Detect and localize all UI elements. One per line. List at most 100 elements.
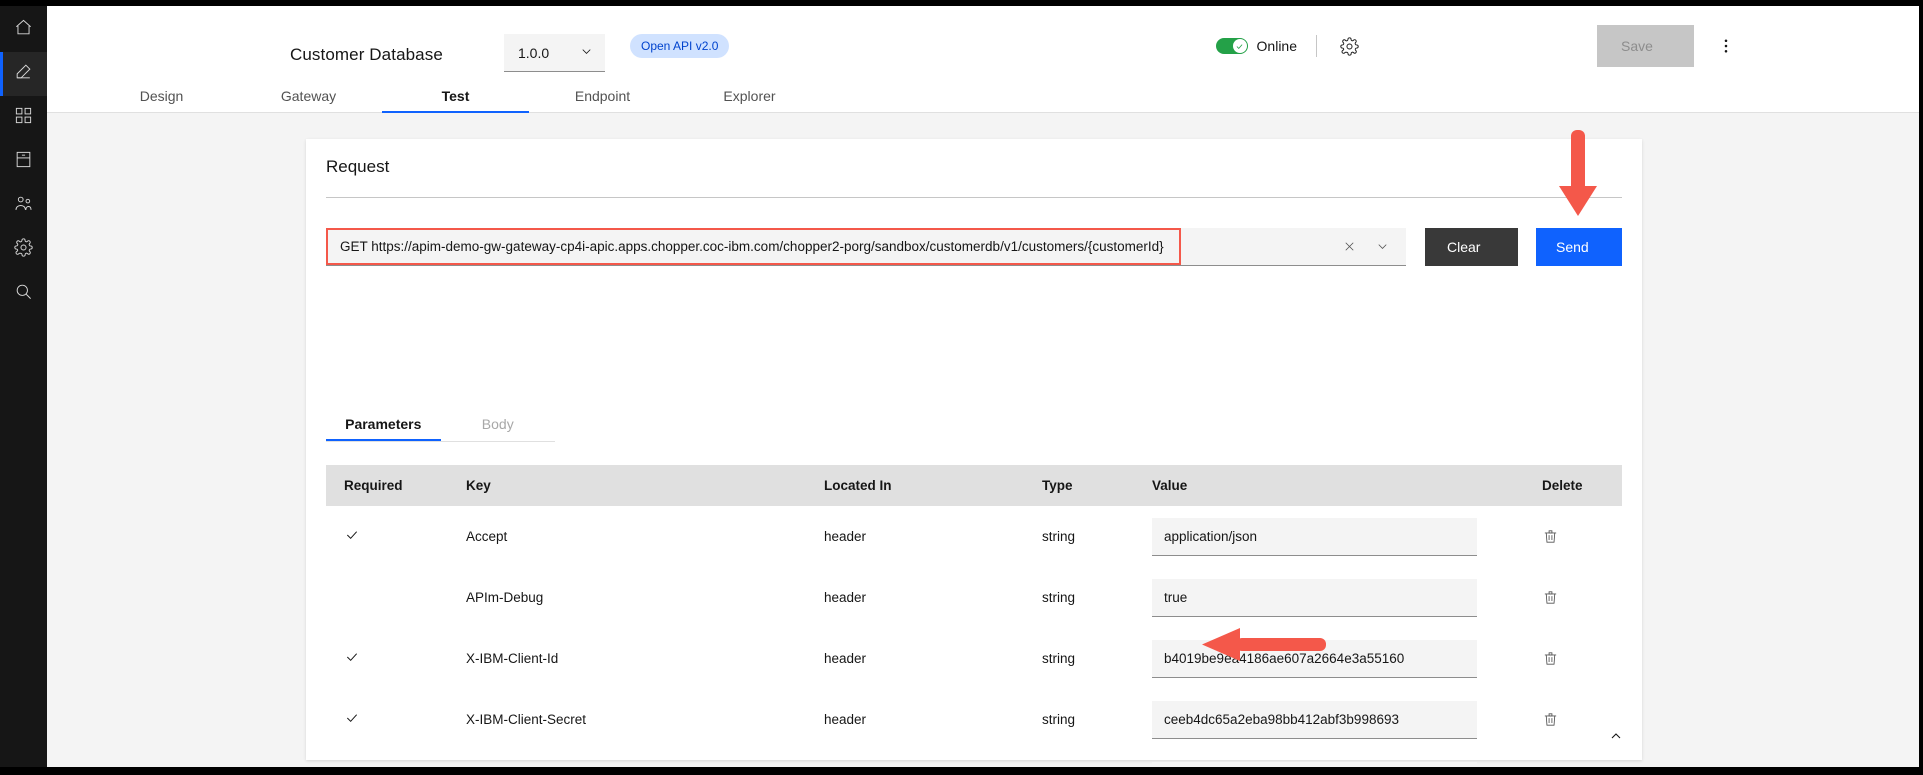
param-location: header [824,590,867,605]
app-screen: Customer Database 1.0.0 Open API v2.0 On… [0,0,1923,775]
version-select-value: 1.0.0 [518,44,550,61]
frame-bottom-bar [0,767,1923,775]
trash-icon[interactable] [1542,711,1559,728]
tab-gateway[interactable]: Gateway [235,80,382,113]
param-value-cell [1152,700,1542,739]
tab-endpoint[interactable]: Endpoint [529,80,676,113]
column-header-value: Value [1152,478,1188,493]
request-card: Request GET https://apim-demo-gw-gateway… [306,139,1642,775]
param-location: header [824,529,867,544]
drawer-icon [14,150,33,174]
frame-right-bar [1919,0,1923,775]
trash-icon[interactable] [1542,528,1559,545]
overflow-menu-button[interactable] [1714,34,1738,58]
save-button[interactable]: Save [1597,25,1694,67]
sidebar-item-catalog[interactable] [0,140,47,184]
sidebar-item-design[interactable] [0,52,47,96]
request-title-divider [326,197,1622,198]
param-type: string [1042,590,1076,605]
chevron-down-icon[interactable] [1375,239,1390,254]
request-title: Request [326,157,390,176]
param-value-input[interactable] [1152,578,1477,617]
frame-top-bar [0,0,1923,6]
delete-cell [1542,650,1622,667]
grid-icon [14,106,33,130]
required-cell [326,527,466,546]
param-key: X-IBM-Client-Id [466,651,559,666]
version-select[interactable]: 1.0.0 [504,34,605,72]
delete-cell [1542,589,1622,606]
param-value-input[interactable] [1152,700,1477,739]
table-row: APIm-Debug header string [326,567,1622,628]
table-row: X-IBM-Client-Id header string [326,628,1622,689]
sidebar-item-settings[interactable] [0,228,47,272]
table-header-row: Required Key Located In Type Value Delet… [326,465,1622,506]
param-value-input[interactable] [1152,517,1477,556]
param-value-cell [1152,578,1542,617]
param-key: APIm-Debug [466,590,544,605]
column-header-required: Required [344,478,403,493]
online-status-group: Online [1215,35,1359,57]
param-type: string [1042,712,1076,727]
overflow-menu-vertical-icon [1724,39,1728,53]
table-row: Accept header string [326,506,1622,567]
param-type: string [1042,651,1076,666]
checkmark-icon [344,527,360,546]
sidebar-item-products[interactable] [0,96,47,140]
param-location: header [824,712,867,727]
delete-cell [1542,528,1622,545]
home-icon [14,18,33,42]
page-title: Customer Database [290,45,443,64]
gear-icon [1340,36,1359,56]
subtab-parameters[interactable]: Parameters [326,409,441,441]
search-icon [14,282,33,306]
trash-icon[interactable] [1542,589,1559,606]
request-subtabs: Parameters Body [326,409,555,442]
param-value-cell [1152,517,1542,556]
toggle-knob [1232,39,1247,53]
send-button[interactable]: Send [1536,228,1622,266]
online-toggle[interactable] [1215,38,1248,54]
request-url-input[interactable]: GET https://apim-demo-gw-gateway-cp4i-ap… [326,228,1181,265]
param-type: string [1042,529,1076,544]
sidebar-item-search[interactable] [0,272,47,316]
users-icon [14,194,33,218]
left-nav-rail [0,0,47,775]
open-api-badge[interactable]: Open API v2.0 [630,34,730,58]
clear-button[interactable]: Clear [1425,228,1518,266]
required-cell [326,649,466,668]
column-header-located-in: Located In [824,478,892,493]
gear-icon [14,238,33,262]
param-value-cell [1152,639,1542,678]
settings-gear-button[interactable] [1340,36,1359,56]
param-key: X-IBM-Client-Secret [466,712,587,727]
request-url-field[interactable]: GET https://apim-demo-gw-gateway-cp4i-ap… [326,228,1406,266]
checkmark-icon [344,710,360,729]
primary-tabs: Design Gateway Test Endpoint Explorer [47,80,1919,113]
trash-icon[interactable] [1542,650,1559,667]
subtab-body[interactable]: Body [441,409,556,441]
pencil-icon [14,62,33,86]
checkmark-icon [1236,43,1243,49]
tab-test[interactable]: Test [382,80,529,113]
required-cell [326,710,466,729]
parameters-table: Required Key Located In Type Value Delet… [326,465,1622,775]
app-header: Customer Database 1.0.0 Open API v2.0 On… [47,6,1919,80]
header-divider [1316,35,1317,57]
chevron-up-icon [1611,733,1621,739]
tab-explorer[interactable]: Explorer [676,80,823,113]
chevron-down-icon [579,44,594,62]
column-header-key: Key [466,478,491,493]
table-row: X-IBM-Client-Secret header string [326,689,1622,750]
param-value-input[interactable] [1152,639,1477,678]
column-header-delete: Delete [1542,478,1583,493]
collapse-request-button[interactable] [1604,724,1628,748]
sidebar-item-home[interactable] [0,8,47,52]
close-icon[interactable] [1342,239,1357,254]
param-key: Accept [466,529,508,544]
column-header-type: Type [1042,478,1073,493]
tab-design[interactable]: Design [88,80,235,113]
sidebar-item-members[interactable] [0,184,47,228]
online-label: Online [1256,38,1297,54]
checkmark-icon [344,649,360,668]
